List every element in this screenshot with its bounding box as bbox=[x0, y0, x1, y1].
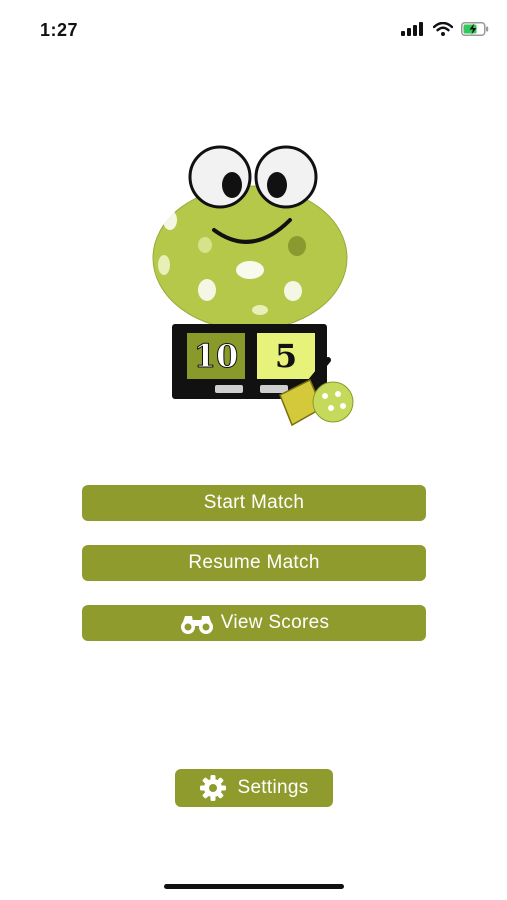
settings-label: Settings bbox=[237, 777, 309, 798]
view-scores-button[interactable]: View Scores bbox=[82, 605, 426, 641]
start-match-button[interactable]: Start Match bbox=[82, 485, 426, 521]
settings-button[interactable]: Settings bbox=[175, 769, 333, 807]
score-right: 5 bbox=[275, 337, 297, 375]
left-eye bbox=[188, 145, 252, 209]
cellular-signal-icon bbox=[401, 22, 423, 36]
small-ball-icon bbox=[312, 381, 354, 423]
binoculars-icon bbox=[180, 616, 213, 634]
gear-icon bbox=[200, 775, 227, 801]
status-icons bbox=[401, 22, 489, 36]
wifi-icon bbox=[433, 22, 453, 36]
battery-charging-icon bbox=[461, 22, 489, 36]
view-scores-label: View Scores bbox=[220, 612, 330, 633]
status-bar: 1:27 bbox=[0, 0, 507, 60]
score-left: 10 bbox=[194, 337, 239, 375]
right-eye bbox=[254, 145, 318, 209]
resume-match-label: Resume Match bbox=[188, 552, 320, 573]
start-match-label: Start Match bbox=[203, 492, 305, 513]
home-indicator[interactable] bbox=[164, 884, 344, 889]
status-time: 1:27 bbox=[40, 20, 79, 40]
pickleball-body bbox=[152, 185, 348, 331]
app-logo: 10 5 bbox=[152, 145, 354, 427]
resume-match-button[interactable]: Resume Match bbox=[82, 545, 426, 581]
